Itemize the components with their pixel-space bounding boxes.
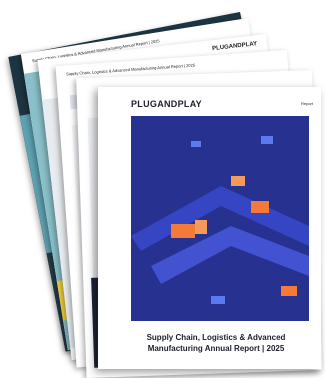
illustration-image	[131, 116, 309, 321]
isometric-illustration	[131, 116, 309, 321]
title-line-2: Manufacturing Annual Report | 2025	[147, 344, 285, 353]
report-tag: Report	[300, 101, 313, 106]
brand-logo: PLUGANDPLAY	[131, 99, 202, 109]
report-title: Supply Chain, Logistics & Advanced Manuf…	[116, 332, 316, 354]
report-cover: PLUGANDPLAY Report Supply Chain, Logisti…	[98, 87, 321, 369]
title-line-1: Supply Chain, Logistics & Advanced	[146, 333, 286, 342]
brand-logo: PLUGANDPLAY	[211, 41, 258, 53]
